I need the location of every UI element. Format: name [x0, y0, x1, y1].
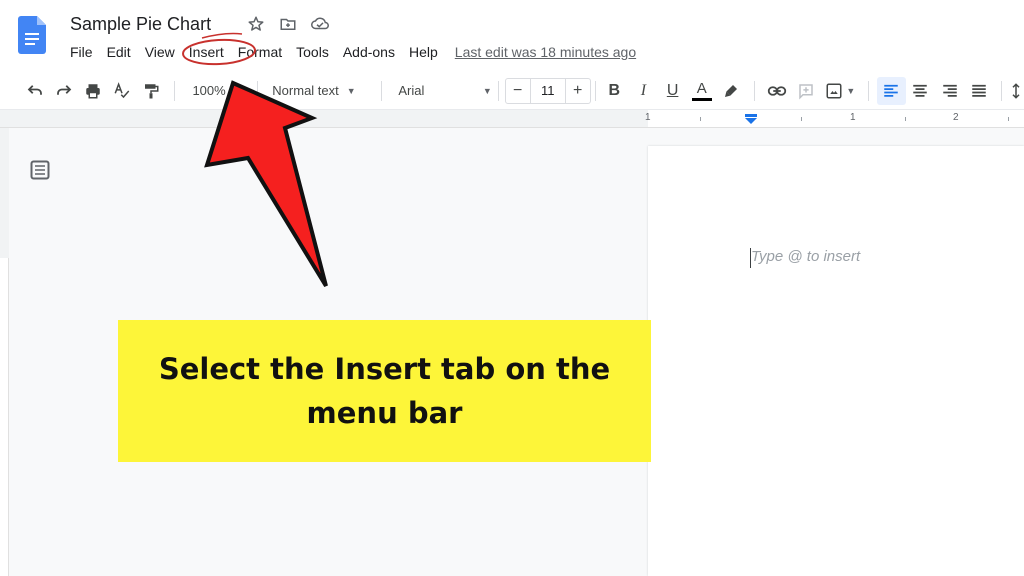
- align-left-button[interactable]: [876, 76, 906, 105]
- paragraph-style-select[interactable]: Normal text ▼: [266, 83, 373, 98]
- redo-icon: [56, 84, 72, 95]
- font-select[interactable]: Arial ▼: [390, 83, 491, 98]
- print-icon: [86, 83, 100, 98]
- justify-button[interactable]: [964, 77, 993, 105]
- justify-icon: [972, 84, 986, 97]
- comment-icon: [799, 83, 813, 100]
- align-right-button[interactable]: [935, 77, 964, 105]
- app-header: Sample Pie Chart File Edit View Insert F…: [0, 0, 1024, 72]
- vertical-ruler[interactable]: [0, 128, 9, 576]
- cloud-status-icon[interactable]: [310, 14, 330, 34]
- chevron-down-icon: ▼: [846, 85, 856, 96]
- last-edit-link[interactable]: Last edit was 18 minutes ago: [455, 44, 636, 60]
- line-spacing-button[interactable]: [1010, 77, 1024, 105]
- line-spacing-icon: [1012, 82, 1020, 99]
- decrease-font-size-button[interactable]: −: [506, 82, 530, 100]
- align-right-icon: [942, 84, 957, 97]
- toolbar-divider: [257, 80, 259, 101]
- image-icon: [826, 83, 842, 98]
- toolbar-divider: [1001, 80, 1003, 101]
- google-docs-logo-icon[interactable]: [18, 16, 46, 54]
- horizontal-ruler[interactable]: 1 1 2: [0, 110, 1024, 128]
- title-icons: [246, 14, 330, 34]
- menu-format[interactable]: Format: [231, 42, 289, 62]
- undo-icon: [27, 84, 42, 95]
- link-icon: [767, 85, 787, 96]
- chevron-down-icon: ▼: [346, 85, 356, 96]
- increase-font-size-button[interactable]: +: [566, 82, 590, 100]
- instruction-callout-text: Select the Insert tab on the menu bar: [158, 352, 611, 430]
- document-page[interactable]: Type @ to insert: [648, 146, 1024, 576]
- paragraph-style-value: Normal text: [272, 83, 339, 98]
- menu-bar: File Edit View Insert Format Tools Add-o…: [63, 42, 636, 62]
- menu-tools[interactable]: Tools: [289, 42, 336, 62]
- italic-button[interactable]: I: [629, 77, 658, 105]
- font-value: Arial: [398, 83, 425, 98]
- ruler-margin-area: [0, 128, 9, 258]
- toolbar-divider: [381, 80, 383, 101]
- menu-help[interactable]: Help: [402, 42, 445, 62]
- menu-file[interactable]: File: [63, 42, 100, 62]
- star-icon[interactable]: [246, 14, 266, 34]
- zoom-select[interactable]: 100%: [183, 83, 236, 98]
- document-title[interactable]: Sample Pie Chart: [70, 14, 211, 35]
- paint-format-button[interactable]: [137, 77, 166, 105]
- indent-marker-icon[interactable]: [744, 114, 758, 124]
- ruler-label: 2: [953, 112, 959, 123]
- toolbar-divider: [594, 80, 596, 101]
- menu-edit[interactable]: Edit: [100, 42, 138, 62]
- font-size-input[interactable]: 11: [529, 78, 566, 103]
- ruler-tick: [1008, 117, 1009, 121]
- highlight-color-button[interactable]: [716, 77, 745, 105]
- ruler-tick: [801, 117, 802, 121]
- font-size-stepper: − 11 +: [504, 77, 591, 104]
- ruler-tick: [700, 117, 701, 121]
- menu-insert[interactable]: Insert: [182, 42, 231, 62]
- menu-view[interactable]: View: [138, 42, 182, 62]
- highlighter-icon: [724, 84, 737, 97]
- insert-image-button[interactable]: ▼: [821, 77, 860, 105]
- add-comment-button[interactable]: [792, 77, 821, 105]
- document-placeholder[interactable]: Type @ to insert: [751, 248, 860, 265]
- undo-button[interactable]: [20, 77, 49, 105]
- ruler-label: 1: [850, 112, 856, 123]
- menu-add-ons[interactable]: Add-ons: [336, 42, 402, 62]
- underline-button[interactable]: U: [658, 77, 687, 105]
- redo-button[interactable]: [49, 77, 78, 105]
- document-outline-icon[interactable]: [30, 160, 50, 180]
- text-color-swatch: [691, 97, 712, 101]
- chevron-down-icon: ▼: [482, 85, 492, 96]
- paint-format-icon: [145, 83, 159, 98]
- insert-link-button[interactable]: [763, 77, 792, 105]
- align-center-button[interactable]: [906, 77, 935, 105]
- ruler-label: 1: [645, 112, 651, 123]
- ruler-tick: [905, 117, 906, 121]
- text-color-button[interactable]: A: [687, 77, 716, 105]
- spellcheck-button[interactable]: [108, 77, 137, 105]
- bold-button[interactable]: B: [600, 77, 629, 105]
- move-to-folder-icon[interactable]: [278, 14, 298, 34]
- instruction-callout: Select the Insert tab on the menu bar: [118, 320, 651, 462]
- align-center-icon: [913, 84, 928, 97]
- ruler-page-area: [648, 110, 1024, 127]
- print-button[interactable]: [78, 77, 107, 105]
- toolbar: 100% Normal text ▼ Arial ▼ − 11 + B I U …: [0, 72, 1024, 110]
- toolbar-divider: [867, 80, 869, 101]
- spellcheck-icon: [114, 81, 130, 98]
- toolbar-divider: [497, 80, 499, 101]
- text-color-label: A: [696, 79, 707, 97]
- toolbar-divider: [753, 80, 755, 101]
- align-left-icon: [884, 84, 899, 97]
- toolbar-divider: [173, 80, 175, 101]
- zoom-value: 100%: [192, 83, 226, 98]
